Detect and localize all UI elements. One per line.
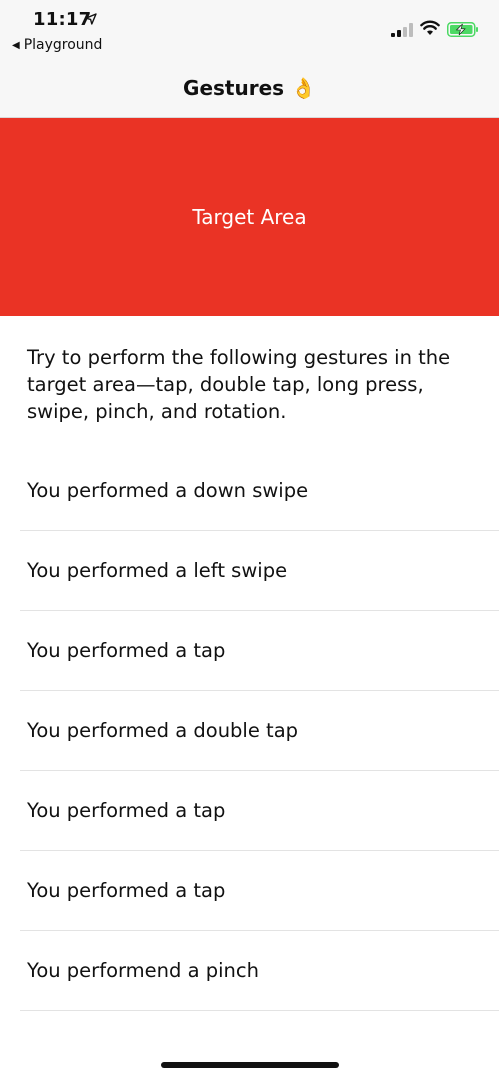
list-item: You performend a pinch [20, 931, 499, 1011]
list-item: You performed a down swipe [20, 451, 499, 531]
target-area-label: Target Area [192, 205, 307, 229]
screen: 11:17 ◀ Playground Gestures 👌 Target Are… [0, 0, 499, 1080]
instructions-text: Try to perform the following gestures in… [27, 346, 451, 423]
page-title: Gestures 👌 [183, 76, 316, 100]
list-item: You performed a double tap [20, 691, 499, 771]
back-to-playground-link[interactable]: ◀ Playground [12, 37, 102, 53]
list-item: You performed a tap [20, 611, 499, 691]
cellular-signal-icon [391, 23, 413, 37]
home-indicator[interactable] [161, 1062, 339, 1068]
gesture-log-list: You performed a down swipe You performed… [20, 451, 499, 1011]
list-item: You performed a tap [20, 851, 499, 931]
back-link-label: Playground [23, 37, 103, 53]
navigation-bar: Gestures 👌 [0, 60, 499, 118]
wifi-icon [420, 20, 440, 35]
status-time: 11:17 [33, 9, 92, 30]
list-item: You performed a left swipe [20, 531, 499, 611]
status-bar: 11:17 ◀ Playground [0, 0, 499, 60]
list-item: You performed a tap [20, 771, 499, 851]
location-arrow-icon [85, 13, 97, 25]
battery-charging-icon [447, 22, 478, 37]
back-arrow-icon: ◀ [12, 40, 20, 51]
gesture-target-area[interactable]: Target Area [0, 118, 499, 316]
